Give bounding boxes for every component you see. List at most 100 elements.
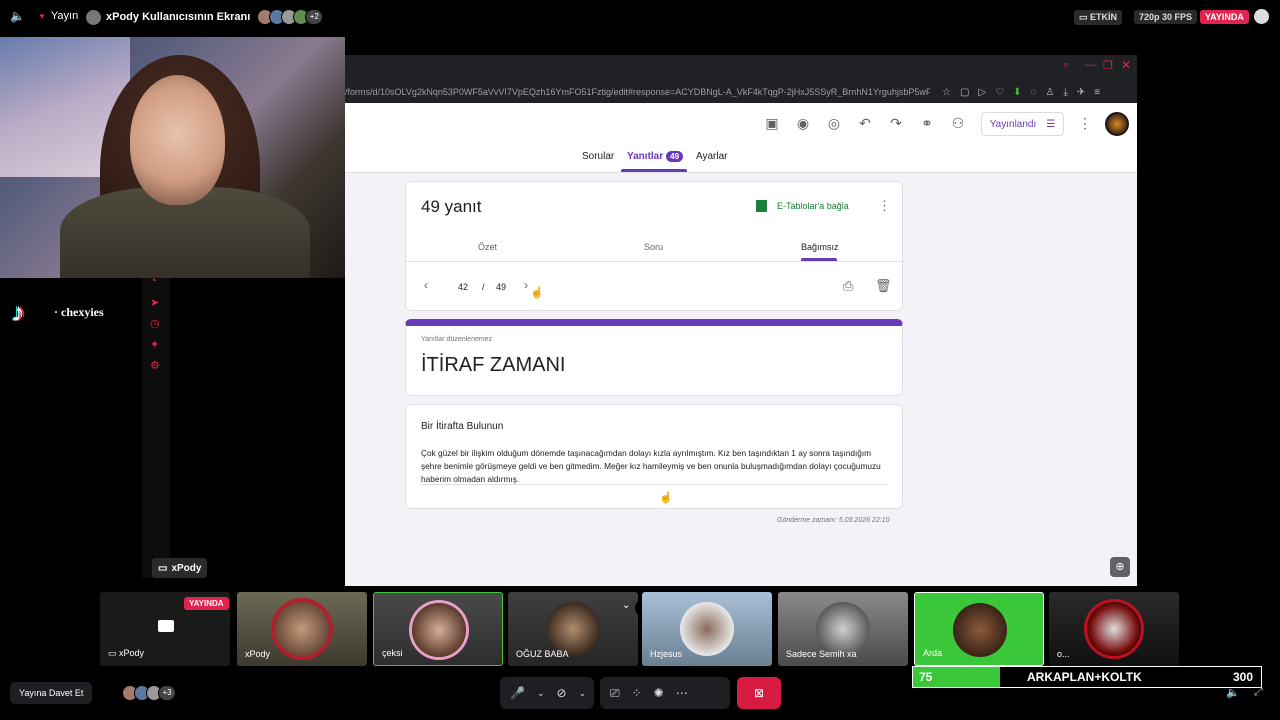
participant-name: çeksi [382, 648, 403, 658]
import-questions-icon[interactable]: ▣ [764, 115, 780, 131]
add-collaborator-icon[interactable]: ⚇ [950, 115, 966, 131]
user-icon[interactable]: ♙ [1045, 87, 1054, 98]
screen-title: xPody Kullanıcısının Ekranı [106, 11, 251, 23]
participant-tile[interactable]: YAYINDA ▭ xPody [100, 592, 230, 666]
menu-icon[interactable]: ≡ [1094, 87, 1100, 98]
fullscreen-icon[interactable]: ⤢ [1254, 686, 1263, 699]
tab-responses[interactable]: Yanıtlar 49 [627, 151, 684, 162]
subtab-summary[interactable]: Özet [478, 242, 497, 252]
participant-name: o... [1057, 649, 1070, 659]
undo-icon[interactable]: ↶ [857, 115, 873, 131]
microphone-icon[interactable]: 🎤 [510, 686, 525, 700]
question-label: Bir İtirafta Bulunun [421, 421, 504, 432]
leave-call-button[interactable]: ⊠ [737, 677, 781, 709]
screen-share-title[interactable]: xPody Kullanıcısının Ekranı +2 [86, 9, 324, 25]
tab-settings[interactable]: Ayarlar [696, 151, 728, 162]
participant-tile[interactable]: OĞUZ BABA ⌄ [508, 592, 638, 666]
more-vert-icon[interactable]: ⋮ [878, 198, 891, 214]
hand-cursor-icon: ☝ [530, 287, 544, 299]
chevron-down-icon[interactable]: ⌄ [537, 688, 545, 699]
link-icon[interactable]: ⚭ [919, 115, 935, 131]
participant-tile[interactable]: Sadece Semih xa [778, 592, 908, 666]
answer-text: Çok güzel bir ilişkim olduğum dönemde ta… [421, 448, 881, 484]
url-bar[interactable]: /forms/d/10sOLVg2kNqn53P0WF5aVvVI7VpEQzh… [345, 81, 1137, 103]
subtab-question[interactable]: Soru [644, 242, 663, 252]
heart-icon[interactable]: ♡ [995, 87, 1004, 98]
stream-menu[interactable]: 🔈 ▼ Yayın [10, 9, 78, 23]
prev-response-icon[interactable]: ‹ [424, 278, 428, 292]
camera-off-icon[interactable]: ⊘ [557, 686, 567, 700]
chevron-down-icon[interactable]: ⌄ [579, 688, 587, 699]
avatar-count: +3 [158, 685, 176, 701]
answer-underline [421, 484, 888, 485]
rail-settings-icon[interactable]: ⚙ [150, 359, 162, 372]
tiktok-handle: · chexyies [54, 305, 104, 319]
pager-total: 49 [496, 282, 507, 292]
close-icon[interactable]: ✕ [1121, 58, 1131, 72]
webcam-feed [0, 37, 345, 278]
rail-puzzle-icon[interactable]: ✦ [150, 338, 162, 351]
soundboard-icon[interactable]: ✺ [654, 686, 664, 700]
ai-icon[interactable]: ✈ [1077, 87, 1085, 98]
activities-icon[interactable]: ⁘ [632, 686, 642, 700]
participant-avatar [680, 602, 734, 656]
chevron-down-icon[interactable]: ⌄ [622, 600, 630, 611]
goal-label: ARKAPLAN+KOLTK [1027, 670, 1142, 684]
monitor-icon: ▭ [158, 562, 168, 574]
preview-eye-icon[interactable]: ◎ [826, 115, 842, 131]
more-icon[interactable]: ⋯ [676, 686, 688, 700]
participant-tile[interactable]: çeksi [373, 592, 503, 666]
participant-tile[interactable]: Arda [914, 592, 1044, 666]
user-avatar-icon [86, 9, 101, 25]
screen-share-icon[interactable]: ⎚ [610, 686, 620, 701]
stream-viewers[interactable]: +3 [122, 685, 176, 701]
question-card: Bir İtirafta Bulunun Çok güzel bir ilişk… [405, 404, 903, 509]
delete-icon[interactable]: 🗑 [875, 278, 892, 294]
participant-tile[interactable]: Hzjesus [642, 592, 772, 666]
viewer-avatars[interactable]: +2 [257, 9, 324, 25]
minimize-icon[interactable]: — [1085, 59, 1096, 71]
maximize-icon[interactable]: ❐ [1103, 59, 1113, 72]
tab-questions[interactable]: Sorular [582, 151, 614, 162]
sliders-icon: ☰ [1046, 118, 1056, 130]
monitor-icon: ▭ [1079, 12, 1088, 22]
zoom-icon[interactable]: ⊕ [1110, 557, 1130, 577]
account-avatar[interactable] [1105, 112, 1129, 136]
rail-send-icon[interactable]: ➤ [150, 296, 162, 309]
screen-share-icon [158, 620, 174, 632]
participant-name: OĞUZ BABA [516, 649, 569, 659]
subtab-individual[interactable]: Bağımsız [801, 242, 839, 252]
invite-to-stream-button[interactable]: Yayına Davet Et [10, 682, 93, 704]
published-button[interactable]: Yayınlandı ☰ [981, 112, 1064, 136]
play-icon[interactable]: ▷ [978, 87, 986, 98]
bookmark-icon[interactable]: ☆ [942, 87, 951, 98]
chat-icon[interactable]: ◌ [1030, 87, 1036, 98]
pager-current[interactable]: 42 [458, 282, 468, 292]
search-icon[interactable]: ⌕ [1063, 59, 1069, 72]
published-label: Yayınlandı [989, 118, 1037, 130]
link-to-sheets-button[interactable]: E-Tablolar'a bağla [756, 200, 849, 212]
rail-history-icon[interactable]: ◷ [150, 317, 162, 330]
chat-bubble-icon[interactable] [1254, 9, 1269, 24]
participant-tile[interactable]: xPody [237, 592, 367, 666]
extension-icons: ☆ ▢ ▷ ♡ ⬇ ◌ ♙ ⤓ ✈ ≡ [942, 87, 1100, 98]
more-vert-icon[interactable]: ⋮ [1077, 115, 1093, 131]
rail-clock-icon[interactable]: ◔ [150, 275, 162, 287]
participant-avatar [1087, 602, 1141, 656]
participant-tile[interactable]: o... [1049, 592, 1179, 666]
next-response-icon[interactable]: › [524, 278, 528, 292]
cast-icon[interactable]: ▢ [960, 87, 969, 98]
download-green-icon[interactable]: ⬇ [1013, 87, 1021, 98]
participant-name: xPody [245, 649, 271, 659]
palette-icon[interactable]: ◉ [795, 115, 811, 131]
participant-avatar [953, 603, 1007, 657]
download-icon[interactable]: ⤓ [1063, 87, 1067, 98]
response-count-title: 49 yanıt [421, 197, 482, 216]
participant-name: Arda [923, 648, 943, 658]
redo-icon[interactable]: ↷ [888, 115, 904, 131]
participant-avatar [275, 602, 329, 656]
volume-icon[interactable]: 🔈 [1226, 686, 1240, 699]
tab-responses-label: Yanıtlar [627, 151, 664, 162]
participant-avatar [412, 603, 466, 657]
print-icon[interactable]: ⎙ [843, 278, 853, 294]
